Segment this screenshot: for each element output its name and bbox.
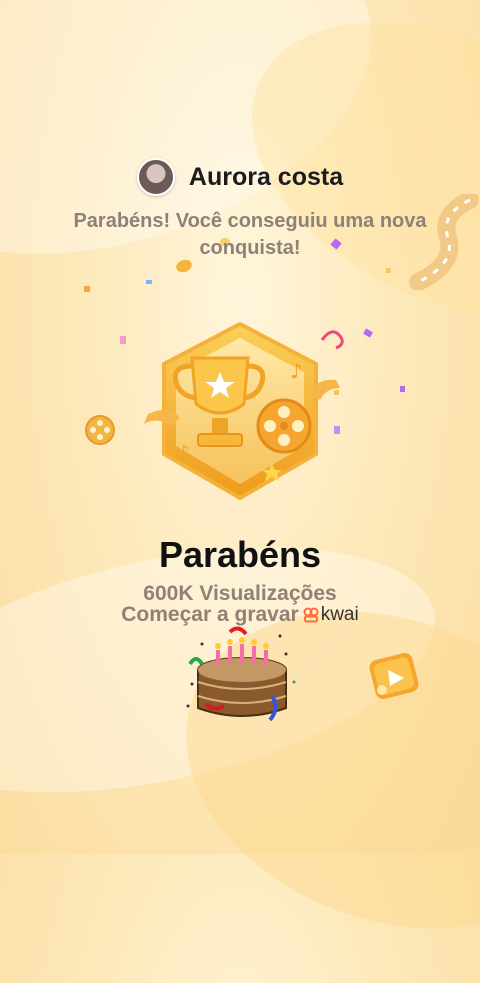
kwai-logo-icon bbox=[303, 607, 319, 623]
user-row: Aurora costa bbox=[0, 158, 480, 196]
kwai-logo: kwai bbox=[303, 604, 359, 626]
svg-text:♪: ♪ bbox=[290, 359, 303, 383]
film-reel-icon bbox=[85, 415, 115, 445]
username: Aurora costa bbox=[188, 162, 344, 191]
avatar[interactable] bbox=[136, 158, 175, 196]
svg-text:♪: ♪ bbox=[178, 442, 190, 463]
kwai-brand-text: kwai bbox=[320, 604, 359, 625]
congrats-message: Parabéns! Você conseguiu uma nova conqui… bbox=[60, 208, 440, 262]
trophy-badge-icon: ♪ ♪ bbox=[144, 321, 340, 501]
play-icon bbox=[369, 652, 419, 700]
congrats-message-line2: conquista! bbox=[199, 237, 301, 259]
congrats-message-line1: Parabéns! Você conseguiu uma nova bbox=[73, 210, 427, 232]
birthday-cake-icon bbox=[186, 626, 296, 722]
achievement-title: Parabéns bbox=[158, 534, 322, 575]
